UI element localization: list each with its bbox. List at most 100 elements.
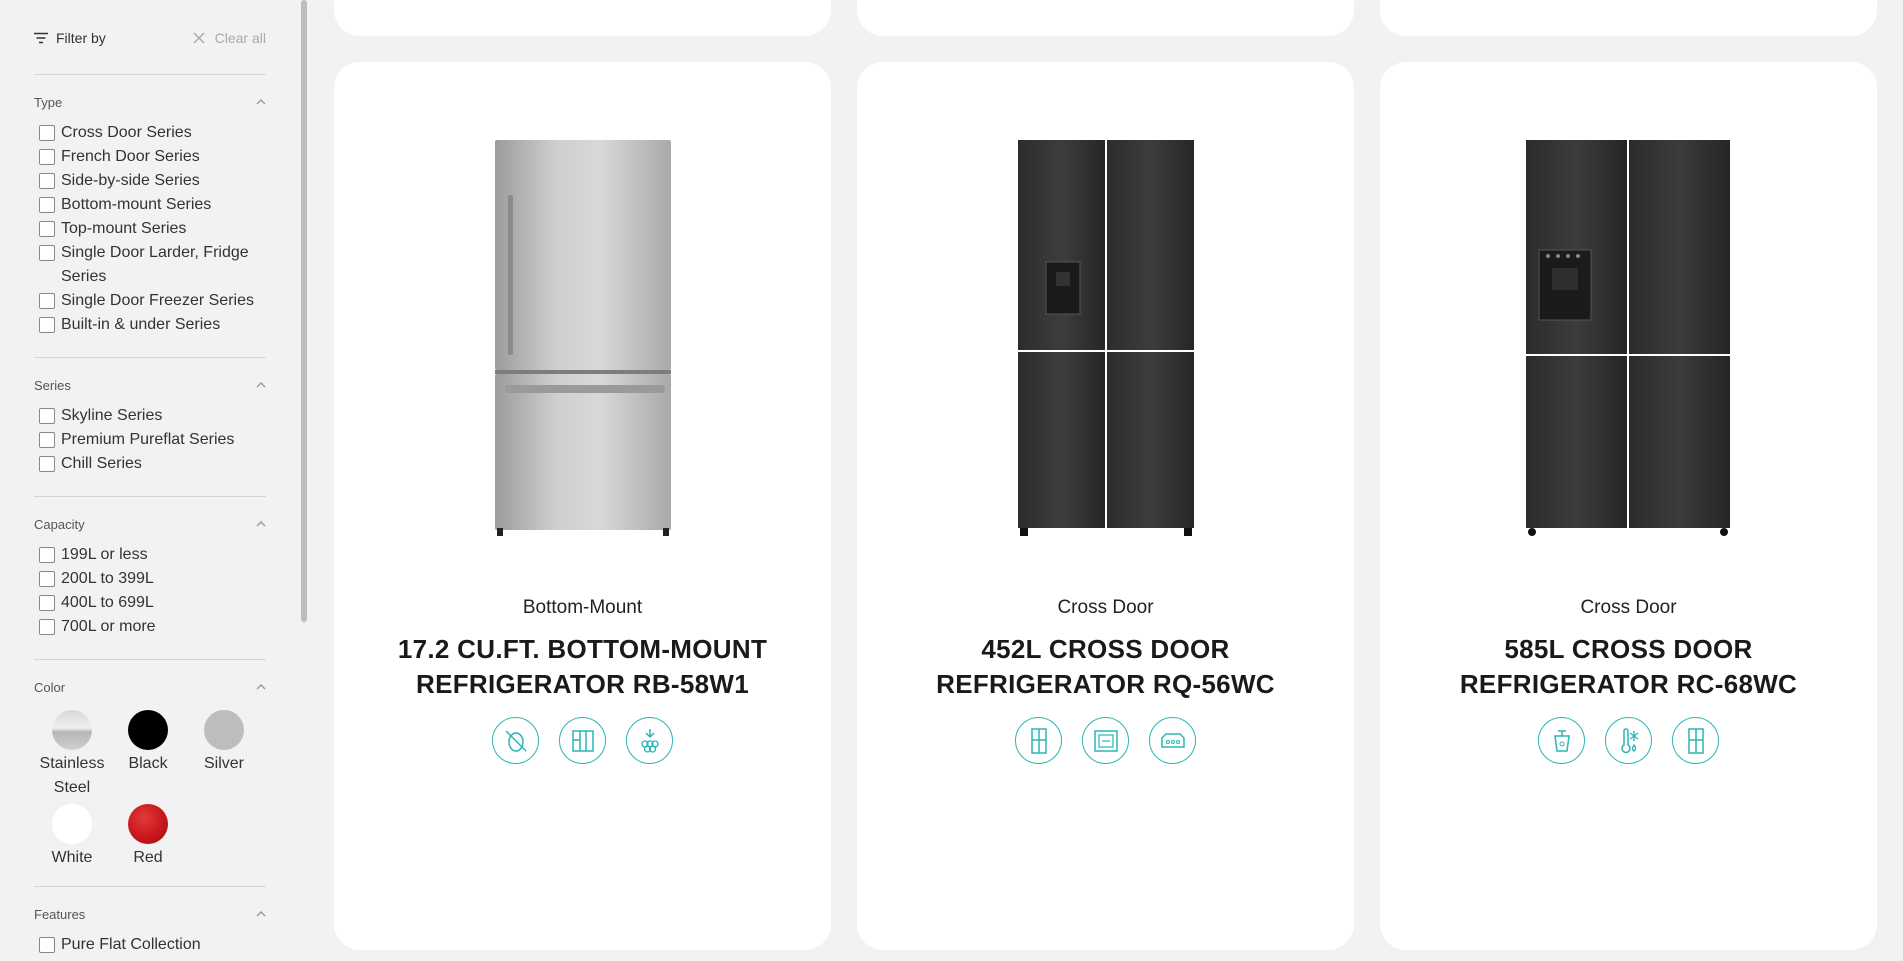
- clear-all-button[interactable]: Clear all: [193, 30, 266, 46]
- checkbox[interactable]: [39, 173, 55, 189]
- product-card[interactable]: Cross Door 585L CROSS DOOR REFRIGERATOR …: [1380, 62, 1877, 950]
- filter-icon: [34, 32, 48, 44]
- product-name[interactable]: 17.2 CU.FT. BOTTOM-MOUNT REFRIGERATOR RB…: [354, 632, 811, 702]
- color-label: Red: [133, 849, 163, 866]
- product-name[interactable]: 452L CROSS DOOR REFRIGERATOR RQ-56WC: [877, 632, 1334, 702]
- product-card[interactable]: Cross Door 452L CROSS DOOR REFRIGERATOR …: [857, 62, 1354, 950]
- ice-maker-icon: [626, 717, 673, 764]
- checkbox[interactable]: [39, 619, 55, 635]
- features-filter-section: Features Pure Flat Collection: [34, 887, 266, 961]
- checkbox[interactable]: [39, 221, 55, 237]
- type-section-header[interactable]: Type: [34, 75, 266, 121]
- product-image-cross-door-dispenser[interactable]: [1524, 140, 1734, 540]
- product-card-partial[interactable]: [857, 0, 1354, 36]
- checkbox[interactable]: [39, 317, 55, 333]
- series-section-header[interactable]: Series: [34, 358, 266, 404]
- capacity-filter-section: Capacity 199L or less 200L to 399L 400L …: [34, 497, 266, 660]
- filter-sidebar: Filter by Clear all Type Cross Door Seri…: [0, 0, 300, 961]
- filter-option-200l-399l[interactable]: 200L to 399L: [39, 567, 266, 591]
- checkbox[interactable]: [39, 149, 55, 165]
- product-name[interactable]: 585L CROSS DOOR REFRIGERATOR RC-68WC: [1400, 632, 1857, 702]
- checkbox[interactable]: [39, 293, 55, 309]
- filter-option-bottom-mount[interactable]: Bottom-mount Series: [39, 193, 266, 217]
- capacity-section-header[interactable]: Capacity: [34, 497, 266, 543]
- filter-option-single-door-freezer[interactable]: Single Door Freezer Series: [39, 289, 266, 313]
- color-section-header[interactable]: Color: [34, 660, 266, 706]
- filter-option-skyline[interactable]: Skyline Series: [39, 404, 266, 428]
- filter-option-french-door[interactable]: French Door Series: [39, 145, 266, 169]
- color-label: Stainless Steel: [39, 755, 105, 796]
- drawer-icon: [1149, 717, 1196, 764]
- temperature-icon: [1605, 717, 1652, 764]
- filter-by-label: Filter by: [34, 30, 106, 46]
- option-label: French Door Series: [61, 148, 200, 165]
- filter-option-cross-door[interactable]: Cross Door Series: [39, 121, 266, 145]
- filter-option-400l-699l[interactable]: 400L to 699L: [39, 591, 266, 615]
- checkbox[interactable]: [39, 408, 55, 424]
- chevron-up-icon[interactable]: [256, 99, 266, 105]
- product-card-partial[interactable]: [334, 0, 831, 36]
- chevron-up-icon[interactable]: [256, 911, 266, 917]
- filter-option-premium-pureflat[interactable]: Premium Pureflat Series: [39, 428, 266, 452]
- checkbox[interactable]: [39, 245, 55, 261]
- filter-option-built-in[interactable]: Built-in & under Series: [39, 313, 266, 337]
- filter-option-chill[interactable]: Chill Series: [39, 452, 266, 476]
- checkbox[interactable]: [39, 197, 55, 213]
- option-label: Pure Flat Collection: [61, 936, 201, 953]
- product-card[interactable]: Bottom-Mount 17.2 CU.FT. BOTTOM-MOUNT RE…: [334, 62, 831, 950]
- chevron-up-icon[interactable]: [256, 684, 266, 690]
- option-label: Chill Series: [61, 455, 142, 472]
- product-image-bottom-mount[interactable]: [493, 140, 673, 540]
- water-dispenser-icon: [1538, 717, 1585, 764]
- color-swatch[interactable]: [128, 710, 168, 750]
- filter-option-199l-or-less[interactable]: 199L or less: [39, 543, 266, 567]
- filter-option-700l-or-more[interactable]: 700L or more: [39, 615, 266, 639]
- checkbox[interactable]: [39, 456, 55, 472]
- option-label: 200L to 399L: [61, 570, 154, 587]
- color-swatch[interactable]: [204, 710, 244, 750]
- color-swatch[interactable]: [128, 804, 168, 844]
- option-label: Side-by-side Series: [61, 172, 200, 189]
- color-label: Silver: [203, 755, 244, 772]
- sidebar-scrollbar-thumb[interactable]: [301, 0, 307, 622]
- filter-option-side-by-side[interactable]: Side-by-side Series: [39, 169, 266, 193]
- feature-icons: [857, 717, 1354, 764]
- product-card-partial[interactable]: [1380, 0, 1877, 36]
- color-option-white[interactable]: White: [34, 804, 110, 870]
- capacity-section-title: Capacity: [34, 516, 85, 532]
- type-filter-section: Type Cross Door Series French Door Serie…: [34, 75, 266, 358]
- cross-door-icon: [1015, 717, 1062, 764]
- filter-option-top-mount[interactable]: Top-mount Series: [39, 217, 266, 241]
- checkbox[interactable]: [39, 125, 55, 141]
- color-label: Black: [128, 755, 168, 772]
- color-label: White: [51, 849, 93, 866]
- type-section-title: Type: [34, 94, 63, 110]
- color-swatch[interactable]: [52, 804, 92, 844]
- filter-header: Filter by Clear all: [34, 0, 266, 75]
- chevron-up-icon[interactable]: [256, 382, 266, 388]
- color-option-silver[interactable]: Silver: [186, 710, 262, 800]
- frost-free-icon: [492, 717, 539, 764]
- features-section-header[interactable]: Features: [34, 887, 266, 933]
- feature-icons: [1380, 717, 1877, 764]
- checkbox[interactable]: [39, 571, 55, 587]
- option-label: Skyline Series: [61, 407, 163, 424]
- filter-option-single-door-larder[interactable]: Single Door Larder, Fridge Series: [39, 241, 266, 289]
- color-swatch[interactable]: [52, 710, 92, 750]
- option-label: Cross Door Series: [61, 124, 192, 141]
- multi-door-icon: [559, 717, 606, 764]
- product-image-cross-door[interactable]: [1016, 140, 1196, 540]
- option-label: Single Door Freezer Series: [61, 292, 254, 309]
- chevron-up-icon[interactable]: [256, 521, 266, 527]
- filter-option-pure-flat[interactable]: Pure Flat Collection: [39, 933, 266, 957]
- color-option-black[interactable]: Black: [110, 710, 186, 800]
- color-option-stainless-steel[interactable]: Stainless Steel: [34, 710, 110, 800]
- checkbox[interactable]: [39, 937, 55, 953]
- checkbox[interactable]: [39, 432, 55, 448]
- close-icon: [193, 32, 205, 44]
- series-filter-section: Series Skyline Series Premium Pureflat S…: [34, 358, 266, 497]
- option-label: 400L to 699L: [61, 594, 154, 611]
- checkbox[interactable]: [39, 547, 55, 563]
- color-option-red[interactable]: Red: [110, 804, 186, 870]
- checkbox[interactable]: [39, 595, 55, 611]
